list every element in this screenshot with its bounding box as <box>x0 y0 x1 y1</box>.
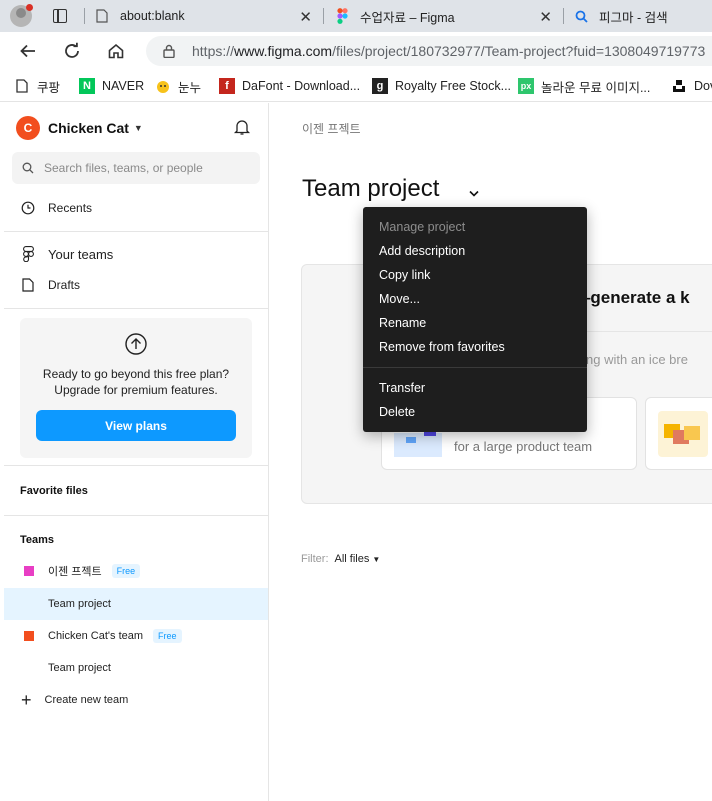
workspace-avatar: C <box>16 116 40 140</box>
unsplash-icon <box>671 78 687 94</box>
bookmark-coupang[interactable]: 쿠팡 <box>14 70 60 102</box>
lock-icon[interactable] <box>162 44 176 59</box>
menu-divider <box>363 367 587 368</box>
browser-toolbar: https://www.figma.com/files/project/1807… <box>0 32 712 70</box>
sidebar-item-team-ijen[interactable]: 이젠 프젝트 Free <box>4 555 268 587</box>
workspace-switcher[interactable]: C Chicken Cat ▼ <box>16 116 143 140</box>
tab-title: about:blank <box>120 9 185 23</box>
bookmark-naver[interactable]: N NAVER <box>79 70 144 102</box>
menu-item-move[interactable]: Move... <box>379 292 420 306</box>
team-color-swatch <box>24 631 34 641</box>
bookmark-noonnu[interactable]: 눈누 <box>155 70 201 102</box>
chevron-down-icon <box>469 190 479 197</box>
template-card[interactable] <box>645 397 712 470</box>
figma-logo-icon <box>20 246 36 262</box>
bookmarks-bar: 쿠팡 N NAVER 눈누 f DaFont - Download... g R… <box>0 70 712 102</box>
close-tab-icon[interactable]: ✕ <box>299 8 312 26</box>
menu-header: Manage project <box>379 220 466 234</box>
sidebar-item-team-project-2[interactable]: Team project <box>4 652 268 684</box>
close-tab-icon[interactable]: ✕ <box>539 8 552 26</box>
arrow-up-circle-icon <box>124 332 148 356</box>
plus-icon: + <box>21 690 32 710</box>
tab-separator <box>323 8 324 24</box>
team-color-swatch <box>24 566 34 576</box>
sidebar-item-drafts[interactable]: Drafts <box>20 277 80 293</box>
bookmark-unsplash[interactable]: Dov <box>671 70 712 102</box>
template-thumbnail <box>658 411 708 457</box>
menu-item-rename[interactable]: Rename <box>379 316 426 330</box>
favorite-files-heading[interactable]: Favorite files <box>20 485 88 497</box>
menu-item-transfer[interactable]: Transfer <box>379 381 425 395</box>
notification-dot <box>26 4 33 11</box>
create-new-team-button[interactable]: + Create new team <box>4 684 268 716</box>
plan-badge: Free <box>153 629 182 643</box>
sidebar-item-your-teams[interactable]: Your teams <box>20 246 113 262</box>
sidebar-item-team-chicken-cat[interactable]: Chicken Cat's team Free <box>4 620 268 652</box>
sticky-note-shape <box>684 426 700 440</box>
menu-item-copy-link[interactable]: Copy link <box>379 268 430 282</box>
file-icon <box>20 277 36 293</box>
bell-icon[interactable] <box>233 118 251 136</box>
tab-search[interactable]: 피그마 - 검색 <box>573 0 712 32</box>
search-icon <box>22 162 34 174</box>
view-plans-button[interactable]: View plans <box>36 410 236 441</box>
tab-about-blank[interactable]: about:blank ✕ <box>94 0 314 32</box>
home-icon <box>108 43 124 59</box>
menu-item-remove-favorites[interactable]: Remove from favorites <box>379 340 505 354</box>
bookmark-pixabay[interactable]: px 놀라운 무료 이미지... <box>518 70 650 102</box>
teams-heading: Teams <box>20 534 55 546</box>
divider <box>4 308 268 309</box>
sidebar-item-team-project[interactable]: Team project <box>4 588 268 620</box>
tab-title: 수업자료 – Figma <box>360 10 455 25</box>
figma-icon <box>334 8 350 24</box>
bookmark-gettyimages[interactable]: g Royalty Free Stock... <box>372 70 511 102</box>
search-icon <box>573 8 589 24</box>
back-button[interactable] <box>16 39 40 63</box>
figma-sidebar: C Chicken Cat ▼ Search files, teams, or … <box>4 103 269 801</box>
upgrade-card: Ready to go beyond this free plan? Upgra… <box>20 318 252 458</box>
chevron-down-icon: ▼ <box>133 123 143 133</box>
address-bar[interactable]: https://www.figma.com/files/project/1807… <box>146 36 712 66</box>
chevron-down-icon: ▼ <box>372 555 381 564</box>
tab-actions-icon[interactable] <box>53 9 67 23</box>
tab-separator <box>84 8 85 24</box>
tab-title: 피그마 - 검색 <box>599 10 668 25</box>
tab-separator <box>563 8 564 24</box>
divider <box>4 465 268 466</box>
sidebar-item-recents[interactable]: Recents <box>20 200 92 216</box>
clock-icon <box>20 200 36 216</box>
pixabay-icon: px <box>518 78 534 94</box>
template-card-text: for a large product team <box>454 439 593 454</box>
divider <box>4 231 268 232</box>
naver-icon: N <box>79 78 95 94</box>
workspace-name: Chicken Cat <box>48 120 129 136</box>
page-icon <box>94 8 110 24</box>
plan-badge: Free <box>111 564 141 578</box>
divider <box>4 515 268 516</box>
reload-icon <box>65 42 79 58</box>
noonnu-icon <box>155 78 171 94</box>
dafont-icon: f <box>219 78 235 94</box>
bookmark-page-icon <box>14 78 30 94</box>
search-input[interactable]: Search files, teams, or people <box>12 152 260 184</box>
menu-item-add-description[interactable]: Add description <box>379 244 465 258</box>
page-title: Team project <box>302 175 440 202</box>
tab-figma[interactable]: 수업자료 – Figma ✕ <box>334 0 554 32</box>
project-context-menu: Manage project Add description Copy link… <box>363 207 587 432</box>
project-menu-button[interactable] <box>464 183 484 203</box>
bookmark-dafont[interactable]: f DaFont - Download... <box>219 70 360 102</box>
filter-control[interactable]: Filter: All files ▼ <box>301 553 380 565</box>
home-button[interactable] <box>104 39 128 63</box>
url-text: https://www.figma.com/files/project/1807… <box>192 43 706 59</box>
gettyimages-icon: g <box>372 78 388 94</box>
arrow-left-icon <box>20 44 35 58</box>
menu-item-delete[interactable]: Delete <box>379 405 415 419</box>
breadcrumb[interactable]: 이젠 프젝트 <box>302 120 361 137</box>
search-placeholder: Search files, teams, or people <box>44 161 203 175</box>
upgrade-text: Ready to go beyond this free plan? Upgra… <box>42 367 230 397</box>
filter-value: All files <box>334 553 370 565</box>
browser-tab-bar: about:blank ✕ 수업자료 – Figma ✕ 피그마 - 검색 <box>0 0 712 32</box>
reload-button[interactable] <box>60 39 84 63</box>
